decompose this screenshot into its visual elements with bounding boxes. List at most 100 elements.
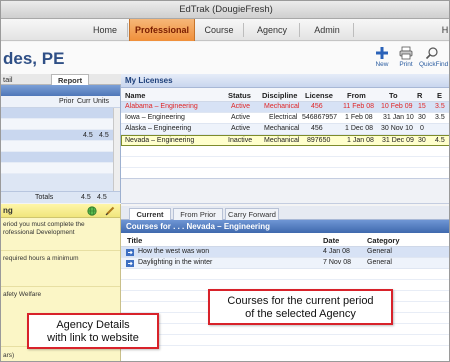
print-button[interactable]: Print [393, 46, 419, 68]
tab-from-prior[interactable]: From Prior [173, 208, 223, 220]
empty-row [121, 146, 449, 157]
license-e: 3.5 [435, 103, 445, 110]
license-r: 15 [418, 103, 426, 110]
units-row[interactable] [1, 119, 120, 130]
units-row[interactable] [1, 163, 120, 174]
column-discipline: Discipline [262, 91, 298, 100]
license-number: 456 [311, 103, 323, 110]
license-name: Alabama – Engineering [125, 103, 198, 110]
nav-separator [353, 23, 354, 37]
license-from: 1 Dec 08 [345, 125, 374, 132]
units-column-headers: Prior Curr Units [1, 96, 120, 108]
license-discipline: Electrical [269, 114, 298, 121]
courses-callout: Courses for the current period of the se… [208, 289, 393, 325]
tab-course[interactable]: Course [199, 19, 239, 41]
tab-current[interactable]: Current [129, 208, 171, 220]
license-name: Iowa – Engineering [125, 114, 185, 121]
new-button[interactable]: New [369, 46, 395, 68]
nav-separator [243, 23, 244, 37]
license-from: 1 Feb 08 [345, 114, 373, 121]
license-status: Active [231, 103, 251, 110]
app-window: EdTrak (DougieFresh) Home Professional C… [0, 0, 450, 362]
course-row[interactable]: How the west was won 4 Jan 08 General [121, 247, 449, 258]
license-discipline: Mechanical [264, 125, 300, 132]
agency-panel-header: ng [1, 204, 120, 218]
units-row[interactable] [1, 152, 120, 163]
column-from: From [347, 91, 366, 100]
tab-professional[interactable]: Professional [129, 19, 195, 41]
callout-line: of the selected Agency [245, 308, 356, 320]
column-date: Date [323, 236, 340, 245]
course-row[interactable]: Daylighting in the winter 7 Nov 08 Gener… [121, 258, 449, 269]
sub-tabs: tail Report [1, 74, 121, 85]
license-status: Active [231, 125, 251, 132]
course-date: 4 Jan 08 [323, 248, 350, 255]
license-r: 30 [418, 137, 426, 144]
agency-text-line: required hours a minimum [3, 255, 79, 262]
license-row[interactable]: Iowa – Engineering Active Electrical 546… [121, 113, 449, 124]
agency-text-line: rofessional Development [3, 229, 75, 236]
tab-admin[interactable]: Admin [307, 19, 347, 41]
globe-icon[interactable] [87, 206, 97, 216]
nav-separator [127, 23, 128, 37]
license-status: Active [231, 114, 251, 121]
license-name: Alaska – Engineering [125, 125, 192, 132]
license-from: 11 Feb 08 [343, 103, 375, 110]
courses-panel: Current From Prior Carry Forward Courses… [121, 206, 449, 361]
agency-panel-title: ng [3, 206, 13, 215]
tab-home[interactable]: Home [85, 19, 125, 41]
license-to: 31 Dec 09 [382, 137, 414, 144]
agency-text-line: eriod you must complete the [3, 221, 85, 228]
tab-help[interactable]: H [439, 19, 449, 41]
agency-divider [1, 250, 120, 251]
column-title: Title [127, 236, 143, 245]
column-curr: Curr [77, 98, 91, 105]
agency-divider [1, 286, 120, 287]
print-label: Print [399, 61, 413, 68]
empty-row [121, 157, 449, 168]
tab-carry-forward[interactable]: Carry Forward [225, 208, 279, 220]
license-discipline: Mechanical [264, 137, 300, 144]
courses-tabs: Current From Prior Carry Forward [121, 206, 449, 220]
license-row[interactable]: Alaska – Engineering Active Mechanical 4… [121, 124, 449, 135]
panel-divider [121, 178, 449, 204]
new-label: New [375, 61, 389, 68]
license-number: 897650 [307, 137, 331, 144]
license-e: 4.5 [435, 137, 445, 144]
license-name: Nevada – Engineering [125, 137, 195, 144]
license-status: Inactive [228, 137, 253, 144]
license-row[interactable]: Alabama – Engineering Active Mechanical … [121, 102, 449, 113]
licenses-title: My Licenses [121, 74, 449, 88]
column-r: R [417, 91, 423, 100]
tab-report[interactable]: Report [51, 74, 90, 85]
column-name: Name [125, 91, 146, 100]
license-from: 1 Jan 08 [347, 137, 374, 144]
license-r: 30 [418, 114, 426, 121]
units-totals: Totals 4.5 4.5 [1, 191, 120, 203]
course-title: How the west was won [138, 248, 210, 255]
license-number: 456 [311, 125, 323, 132]
edit-pencil-icon[interactable] [105, 206, 115, 216]
totals-label: Totals [35, 194, 54, 201]
license-to: 31 Jan 10 [383, 114, 414, 121]
quickfind-label: QuickFind [419, 61, 449, 68]
license-row-selected[interactable]: Nevada – Engineering Inactive Mechanical… [121, 135, 449, 146]
units-scrollbar[interactable] [113, 108, 120, 191]
quickfind-icon [425, 47, 438, 60]
window-title: EdTrak (DougieFresh) [1, 1, 449, 19]
license-number: 546867957 [302, 114, 338, 121]
units-row[interactable] [1, 108, 120, 119]
tab-detail[interactable]: tail [3, 74, 13, 85]
column-units: Units [93, 98, 109, 105]
tab-agency[interactable]: Agency [251, 19, 293, 41]
course-title: Daylighting in the winter [138, 259, 213, 266]
units-row[interactable]: 4.5 4.5 [1, 130, 120, 141]
units-row[interactable] [1, 141, 120, 152]
nav-separator [299, 23, 300, 37]
quickfind-button[interactable]: QuickFind [419, 46, 449, 68]
course-category: General [367, 259, 392, 266]
arrow-icon [126, 260, 134, 267]
course-category: General [367, 248, 392, 255]
agency-text-line: ars) [3, 352, 15, 359]
empty-row [121, 324, 449, 335]
